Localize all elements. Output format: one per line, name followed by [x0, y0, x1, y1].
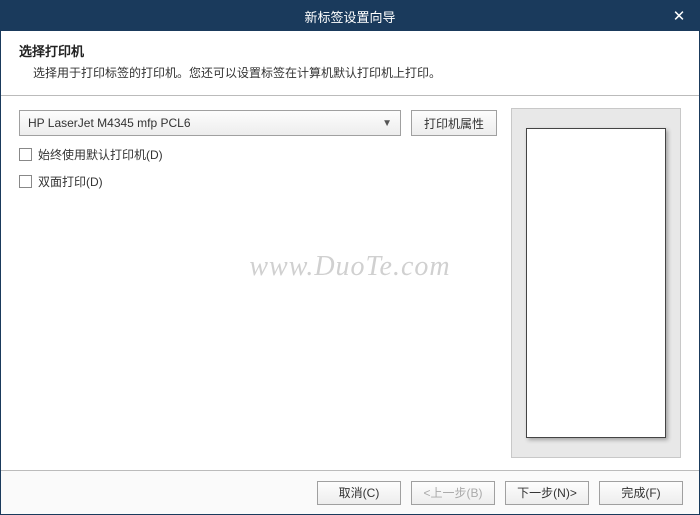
- dialog-title: 新标签设置向导: [304, 7, 395, 26]
- page-title: 选择打印机: [19, 41, 681, 60]
- header-section: 选择打印机 选择用于打印标签的打印机。您还可以设置标签在计算机默认打印机上打印。: [1, 31, 699, 96]
- always-default-checkbox[interactable]: 始终使用默认打印机(D): [19, 146, 497, 163]
- preview-panel: [511, 108, 681, 458]
- next-button[interactable]: 下一步(N)>: [505, 481, 589, 505]
- finish-button[interactable]: 完成(F): [599, 481, 683, 505]
- checkbox-icon: [19, 148, 32, 161]
- close-icon: ✕: [673, 7, 686, 25]
- duplex-label: 双面打印(D): [38, 173, 103, 190]
- back-button: <上一步(B): [411, 481, 495, 505]
- titlebar: 新标签设置向导 ✕: [1, 1, 699, 31]
- footer: 取消(C) <上一步(B) 下一步(N)> 完成(F): [1, 470, 699, 514]
- checkbox-icon: [19, 175, 32, 188]
- cancel-button[interactable]: 取消(C): [317, 481, 401, 505]
- wizard-dialog: 新标签设置向导 ✕ 选择打印机 选择用于打印标签的打印机。您还可以设置标签在计算…: [0, 0, 700, 515]
- page-description: 选择用于打印标签的打印机。您还可以设置标签在计算机默认打印机上打印。: [19, 64, 681, 81]
- chevron-down-icon: ▼: [382, 118, 392, 129]
- preview-page: [526, 128, 666, 438]
- always-default-label: 始终使用默认打印机(D): [38, 146, 163, 163]
- printer-selected-value: HP LaserJet M4345 mfp PCL6: [28, 116, 191, 130]
- printer-select[interactable]: HP LaserJet M4345 mfp PCL6 ▼: [19, 110, 401, 136]
- content-area: HP LaserJet M4345 mfp PCL6 ▼ 打印机属性 始终使用默…: [1, 96, 699, 470]
- duplex-checkbox[interactable]: 双面打印(D): [19, 173, 497, 190]
- printer-row: HP LaserJet M4345 mfp PCL6 ▼ 打印机属性: [19, 110, 497, 136]
- printer-properties-button[interactable]: 打印机属性: [411, 110, 497, 136]
- close-button[interactable]: ✕: [659, 1, 699, 31]
- left-column: HP LaserJet M4345 mfp PCL6 ▼ 打印机属性 始终使用默…: [19, 110, 497, 470]
